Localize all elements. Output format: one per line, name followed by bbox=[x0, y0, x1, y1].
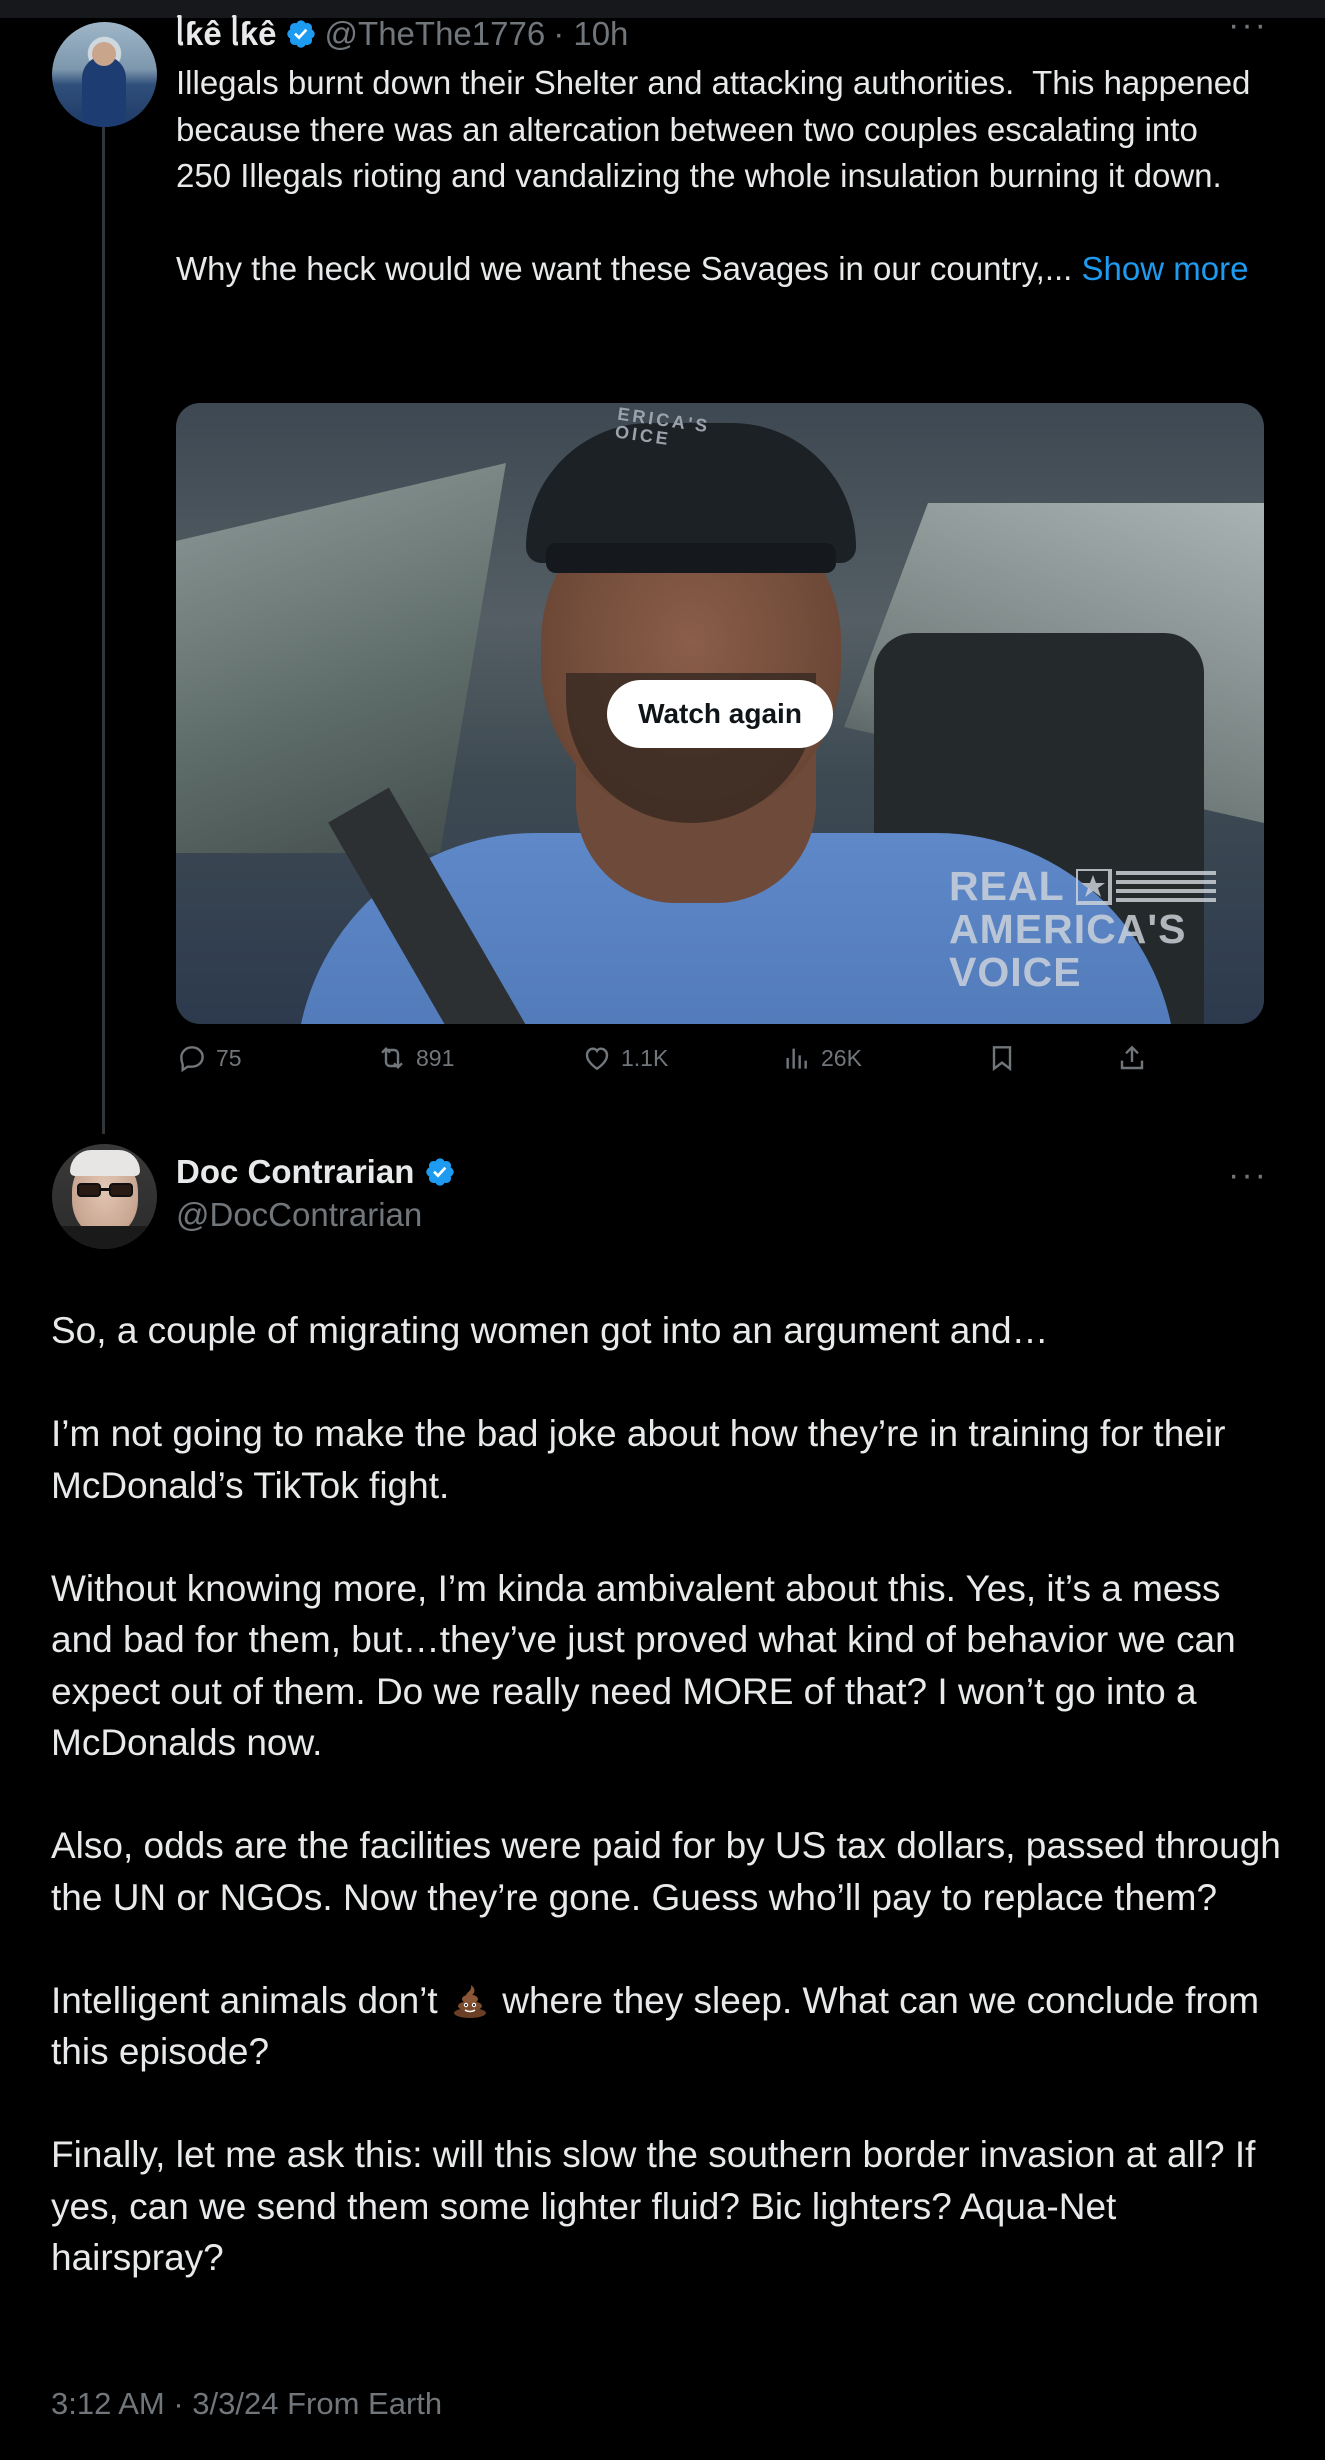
bookmark-button[interactable] bbox=[986, 1042, 1018, 1074]
tweet-paragraph: Without knowing more, I’m kinda ambivale… bbox=[51, 1567, 1236, 1764]
reply-icon bbox=[180, 1046, 204, 1073]
timestamp[interactable]: · 10h bbox=[553, 15, 628, 53]
glasses-icon bbox=[77, 1183, 133, 1197]
main-tweet-name-row: Doc Contrarian bbox=[176, 1153, 456, 1191]
tweet-timestamp-meta[interactable]: 3:12 AM · 3/3/24 From Earth bbox=[51, 2386, 442, 2422]
handle[interactable]: @TheThe1776 bbox=[325, 15, 546, 53]
repost-icon bbox=[381, 1046, 403, 1070]
more-options-icon[interactable]: ··· bbox=[1228, 6, 1268, 45]
avatar-head bbox=[92, 42, 116, 66]
bookmark-icon bbox=[992, 1046, 1012, 1072]
display-name[interactable]: ᥣƙê ᥣƙê bbox=[176, 15, 277, 54]
repost-button[interactable]: 891 bbox=[376, 1042, 454, 1074]
tweet-actions-bar: 75 891 1.1K 26K bbox=[176, 1042, 1264, 1082]
more-options-icon[interactable]: ··· bbox=[1228, 1156, 1268, 1195]
tweet-paragraph: Finally, let me ask this: will this slow… bbox=[51, 2134, 1256, 2278]
view-count: 26K bbox=[821, 1044, 862, 1071]
reply-button[interactable]: 75 bbox=[176, 1042, 242, 1074]
tweet-paragraph: I’m not going to make the bad joke about… bbox=[51, 1413, 1226, 1506]
flag-logo-icon bbox=[1076, 869, 1216, 905]
like-count: 1.1K bbox=[621, 1044, 669, 1071]
tweet-paragraph: So, a couple of migrating women got into… bbox=[51, 1310, 1049, 1351]
handle[interactable]: @DocContrarian bbox=[176, 1196, 422, 1234]
analytics-icon bbox=[786, 1048, 807, 1069]
show-more-link[interactable]: Show more bbox=[1082, 250, 1249, 287]
verified-badge-icon[interactable] bbox=[285, 18, 317, 50]
reply-count: 75 bbox=[216, 1044, 242, 1071]
share-button[interactable] bbox=[1116, 1042, 1148, 1074]
main-tweet-text: So, a couple of migrating women got into… bbox=[51, 1305, 1281, 2335]
heart-icon bbox=[585, 1047, 609, 1071]
tweet-detail-page: ᥣƙê ᥣƙê @TheThe1776 · 10h ··· Illegals b… bbox=[0, 0, 1325, 2460]
views-button[interactable]: 26K bbox=[781, 1042, 862, 1074]
pile-of-poo-icon bbox=[453, 1984, 486, 2018]
share-icon bbox=[1120, 1045, 1144, 1070]
avatar-suit bbox=[52, 1226, 157, 1249]
car-window-left bbox=[176, 463, 506, 853]
like-button[interactable]: 1.1K bbox=[581, 1042, 668, 1074]
tweet-paragraph: Also, odds are the facilities were paid … bbox=[51, 1825, 1281, 1918]
avatar-hair bbox=[70, 1150, 140, 1176]
parent-tweet-header: ᥣƙê ᥣƙê @TheThe1776 · 10h bbox=[176, 14, 628, 54]
avatar[interactable] bbox=[52, 1144, 157, 1249]
emoji-paragraph-start: Intelligent animals don’t bbox=[51, 1979, 448, 2021]
display-name[interactable]: Doc Contrarian bbox=[176, 1153, 414, 1191]
tweet-paragraph: Intelligent animals don’t where they sle… bbox=[51, 1975, 1281, 2078]
video-player[interactable]: ERICA'S OICE REAL AMERICA'S VOICE Watch … bbox=[176, 403, 1264, 1024]
thread-connector-line bbox=[102, 124, 105, 1134]
parent-tweet-text: Illegals burnt down their Shelter and at… bbox=[176, 60, 1256, 293]
avatar[interactable] bbox=[52, 22, 157, 127]
verified-badge-icon[interactable] bbox=[424, 1156, 456, 1188]
repost-count: 891 bbox=[416, 1044, 455, 1071]
avatar-figure bbox=[82, 56, 126, 127]
cap-brim bbox=[546, 543, 836, 573]
watch-again-button[interactable]: Watch again bbox=[607, 680, 833, 748]
